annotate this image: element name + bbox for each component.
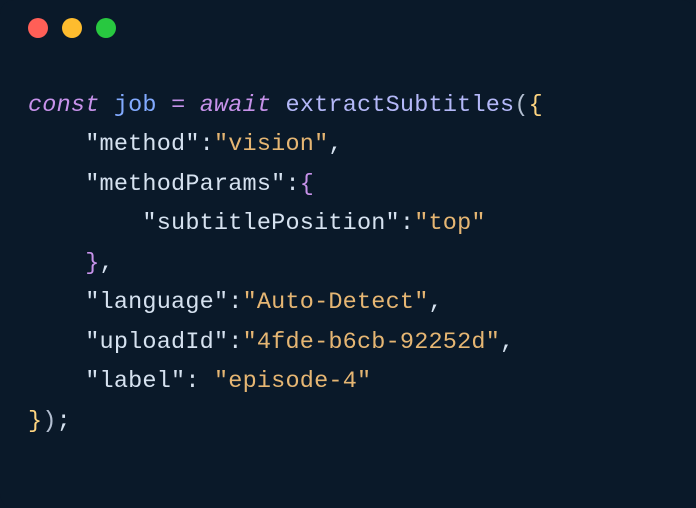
key-uploadid: "uploadId" xyxy=(85,329,228,356)
key-label: "label" xyxy=(85,368,185,395)
value-label: "episode-4" xyxy=(214,368,371,395)
keyword-const: const xyxy=(28,92,100,119)
close-brace-inner: } xyxy=(85,250,99,277)
code-window: const job = await extractSubtitles({ "me… xyxy=(0,0,696,508)
traffic-light-minimize-icon[interactable] xyxy=(62,18,82,38)
key-methodparams: "methodParams" xyxy=(85,171,285,198)
open-brace-inner: { xyxy=(300,171,314,198)
window-titlebar xyxy=(0,0,696,56)
value-uploadid: "4fde-b6cb-92252d" xyxy=(243,329,500,356)
value-language: "Auto-Detect" xyxy=(243,289,429,316)
function-name: extractSubtitles xyxy=(286,92,515,119)
key-language: "language" xyxy=(85,289,228,316)
close-brace-outer: } xyxy=(28,408,42,435)
semicolon: ; xyxy=(57,408,71,435)
close-paren: ) xyxy=(42,408,56,435)
code-block: const job = await extractSubtitles({ "me… xyxy=(0,56,696,441)
keyword-await: await xyxy=(200,92,272,119)
key-subtitleposition: "subtitlePosition" xyxy=(142,210,399,237)
traffic-light-close-icon[interactable] xyxy=(28,18,48,38)
operator-equals: = xyxy=(171,92,185,119)
value-subtitleposition: "top" xyxy=(414,210,486,237)
value-method: "vision" xyxy=(214,131,328,158)
variable-job: job xyxy=(114,92,157,119)
open-paren: ( xyxy=(514,92,528,119)
open-brace-outer: { xyxy=(529,92,543,119)
traffic-light-zoom-icon[interactable] xyxy=(96,18,116,38)
key-method: "method" xyxy=(85,131,199,158)
